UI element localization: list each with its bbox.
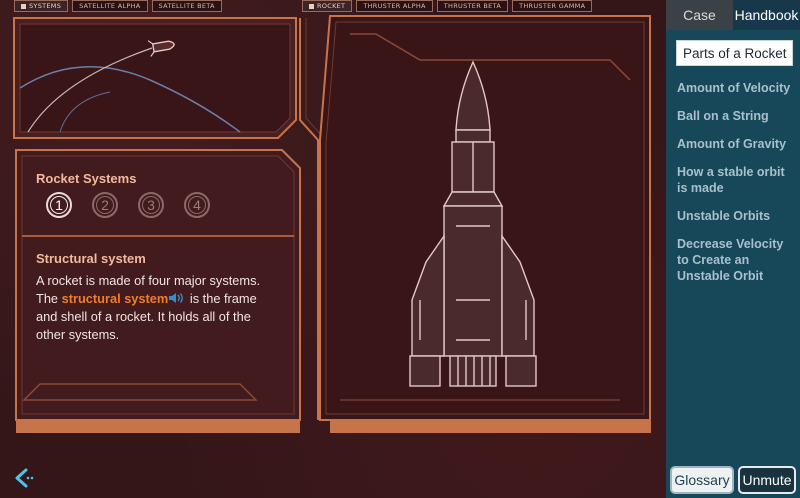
left-tab-bar: Systems Satellite Alpha Satellite Beta bbox=[14, 0, 222, 14]
tab-label: Thruster Alpha bbox=[363, 2, 426, 10]
unmute-button[interactable]: Unmute bbox=[738, 466, 796, 494]
step-selector: 1 2 3 4 bbox=[46, 192, 210, 218]
glossary-button[interactable]: Glossary bbox=[670, 466, 734, 494]
sidebar-current-topic[interactable]: Parts of a Rocket bbox=[676, 40, 793, 66]
sidebar-item-ball-on-a-string[interactable]: Ball on a String bbox=[677, 108, 794, 124]
tab-satellite-beta[interactable]: Satellite Beta bbox=[151, 0, 222, 12]
tab-systems[interactable]: Systems bbox=[14, 0, 69, 12]
tab-label: Satellite Beta bbox=[158, 2, 215, 10]
sidebar-item-amount-of-velocity[interactable]: Amount of Velocity bbox=[677, 80, 794, 96]
sidebar-tabs: Case Handbook bbox=[666, 0, 800, 30]
tab-label: Systems bbox=[29, 2, 62, 10]
sidebar-item-unstable-orbits[interactable]: Unstable Orbits bbox=[677, 208, 794, 224]
tab-thruster-gamma[interactable]: Thruster Gamma bbox=[512, 0, 593, 12]
tab-satellite-alpha[interactable]: Satellite Alpha bbox=[72, 0, 148, 12]
panel-title: Rocket Systems bbox=[36, 171, 137, 186]
panel-frames bbox=[13, 15, 651, 433]
structural-system-link[interactable]: structural system bbox=[62, 291, 169, 306]
sidebar-item-stable-orbit[interactable]: How a stable orbit is made bbox=[677, 164, 794, 196]
speaker-icon[interactable] bbox=[168, 292, 186, 304]
tab-thruster-alpha[interactable]: Thruster Alpha bbox=[356, 0, 433, 12]
tab-label: Thruster Gamma bbox=[519, 2, 586, 10]
step-4-button[interactable]: 4 bbox=[184, 192, 210, 218]
tab-label: Rocket bbox=[317, 2, 346, 10]
tab-handbook[interactable]: Handbook bbox=[733, 0, 800, 30]
stage: Systems Satellite Alpha Satellite Beta R… bbox=[0, 0, 666, 498]
right-tab-bar: Rocket Thruster Alpha Thruster Beta Thru… bbox=[302, 0, 593, 14]
section-title: Structural system bbox=[36, 251, 146, 266]
step-1-button[interactable]: 1 bbox=[46, 192, 72, 218]
body-text: A rocket is made of four major systems. … bbox=[36, 272, 276, 344]
tab-label: Thruster Beta bbox=[443, 2, 502, 10]
tab-case[interactable]: Case bbox=[666, 0, 733, 30]
sidebar-item-amount-of-gravity[interactable]: Amount of Gravity bbox=[677, 136, 794, 152]
tab-square-icon bbox=[309, 3, 314, 9]
sidebar-topic-list: Amount of Velocity Ball on a String Amou… bbox=[666, 80, 800, 284]
step-2-button[interactable]: 2 bbox=[92, 192, 118, 218]
tab-thruster-beta[interactable]: Thruster Beta bbox=[436, 0, 509, 12]
sidebar-item-decrease-velocity[interactable]: Decrease Velocity to Create an Unstable … bbox=[677, 236, 794, 284]
back-arrow-icon[interactable] bbox=[12, 467, 36, 489]
handbook-sidebar: Case Handbook Parts of a Rocket Amount o… bbox=[666, 0, 800, 498]
step-3-button[interactable]: 3 bbox=[138, 192, 164, 218]
tab-label: Satellite Alpha bbox=[79, 2, 141, 10]
tab-rocket[interactable]: Rocket bbox=[302, 0, 353, 12]
tab-square-icon bbox=[21, 3, 26, 9]
